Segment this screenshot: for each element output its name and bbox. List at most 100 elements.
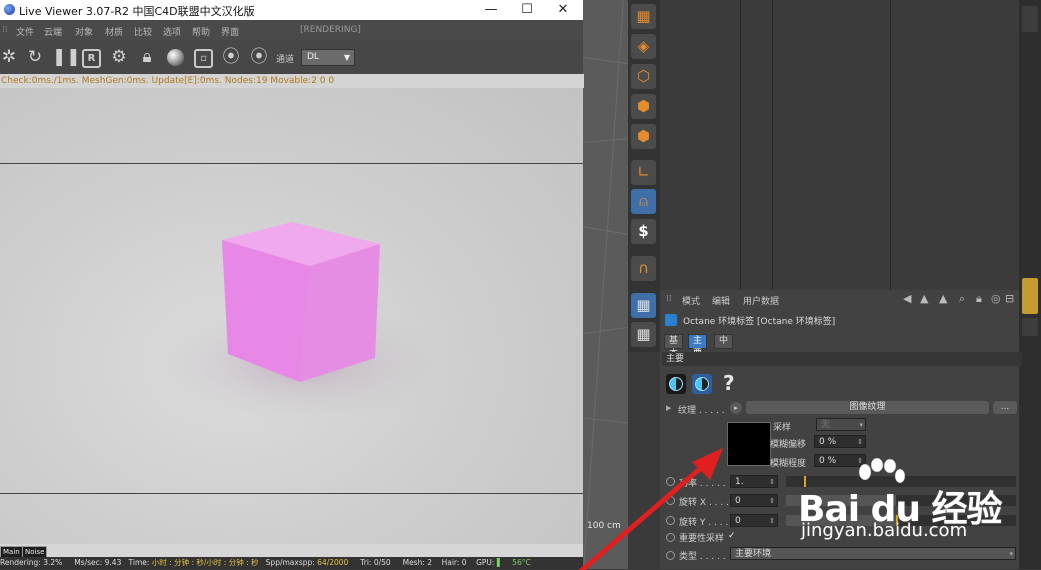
- cube-solid-icon[interactable]: ⬢: [631, 124, 656, 149]
- tab-main[interactable]: 主要: [688, 334, 708, 359]
- cube-wire-icon[interactable]: ⬡: [631, 64, 656, 89]
- up-arrow-icon[interactable]: ▲: [920, 292, 928, 305]
- red-arrow-annotation: [578, 448, 723, 570]
- expand-icon[interactable]: ⊟: [1005, 292, 1014, 305]
- grip-icon: ⁞⁞: [666, 294, 672, 304]
- lock-icon[interactable]: 🔒︎: [976, 292, 982, 306]
- maximize-icon[interactable]: ☐: [510, 0, 544, 20]
- spp-label: Spp/maxspp:: [265, 558, 315, 567]
- tag-title: Octane 环境标签 [Octane 环境标签]: [683, 317, 836, 327]
- pointer-icon[interactable]: ▲: [939, 292, 947, 305]
- baidu-jingyan-watermark: Bai du 经验 jingyan.baidu.com: [795, 458, 1015, 548]
- chevron-down-icon: ▼: [343, 53, 350, 62]
- side-tab-attributes[interactable]: [1022, 278, 1038, 314]
- lock-icon[interactable]: 🔒︎: [136, 46, 158, 68]
- gpu-temp: 56°C: [512, 558, 531, 567]
- dollar-icon[interactable]: $: [631, 219, 656, 244]
- section-header: 主要: [662, 352, 1022, 366]
- texture-preview-swatch[interactable]: [727, 422, 771, 466]
- cube-icon[interactable]: ⬢: [631, 94, 656, 119]
- menu-file[interactable]: 文件: [16, 25, 34, 38]
- blur-offset-label: 模糊偏移: [770, 440, 807, 450]
- time-value: 小时 : 分钟 : 秒/小时 : 分钟 : 秒: [151, 558, 259, 567]
- tab-basic[interactable]: 基本: [664, 334, 684, 359]
- mesh-count: Mesh: 2: [402, 558, 433, 567]
- sphere-icon[interactable]: [164, 46, 186, 68]
- render-view[interactable]: [0, 88, 583, 544]
- live-viewer-titlebar[interactable]: Live Viewer 3.07-R2 中国C4D联盟中文汉化版 — ☐ ✕: [0, 0, 583, 20]
- stats-line: Check:0ms./1ms. MeshGen:0ms. Update[E]:0…: [0, 74, 584, 88]
- pause-icon[interactable]: ❚❚: [52, 46, 81, 68]
- rot-y-field[interactable]: 0 ⇕: [730, 514, 778, 527]
- search-icon[interactable]: ⌕: [959, 292, 965, 306]
- channel-select[interactable]: DL ▼: [301, 49, 355, 66]
- plane-icon[interactable]: ◈: [631, 34, 656, 59]
- time-label: Time:: [128, 558, 150, 567]
- menu-materials[interactable]: 材质: [105, 25, 123, 38]
- object-manager[interactable]: [660, 0, 1019, 290]
- menu-user-data[interactable]: 用户数据: [743, 294, 779, 307]
- render-progress: Rendering: 3.2%: [0, 558, 63, 567]
- menu-mode[interactable]: 模式: [682, 294, 700, 307]
- tri-count: Tri: 0/50: [360, 558, 391, 567]
- pin-h-icon[interactable]: ⦿: [248, 46, 270, 68]
- pin-icon[interactable]: ⦿: [220, 46, 242, 68]
- side-tab[interactable]: [1022, 318, 1038, 336]
- grip-icon: ⁞⁞: [2, 25, 8, 35]
- help-icon[interactable]: ?: [723, 371, 735, 395]
- back-arrow-icon[interactable]: ◀: [903, 292, 911, 305]
- channel-label: 通道: [276, 55, 295, 65]
- axis-icon[interactable]: ∟: [631, 160, 656, 185]
- spp-value: 64/2000: [317, 558, 349, 567]
- menu-interface[interactable]: 界面: [221, 25, 239, 38]
- live-viewer-menubar: ⁞⁞ 文件 云端 对象 材质 比较 选项 帮助 界面 [RENDERING]: [0, 20, 583, 40]
- menu-edit[interactable]: 编辑: [712, 294, 730, 307]
- texture-button[interactable]: 图像纹理: [746, 401, 989, 414]
- expand-arrow-icon[interactable]: ▶: [666, 404, 671, 412]
- blur-offset-field[interactable]: 0 % ⇕: [814, 435, 866, 448]
- texture-link-icon[interactable]: ▸: [730, 402, 742, 414]
- menu-cloud[interactable]: 云端: [44, 25, 62, 38]
- window-title: Live Viewer 3.07-R2 中国C4D联盟中文汉化版: [19, 5, 255, 18]
- grid-tag-icon[interactable]: ▦: [631, 293, 656, 318]
- r-icon[interactable]: R: [82, 49, 101, 68]
- type-select[interactable]: 主要环境 ▾: [730, 547, 1016, 560]
- settings-icon[interactable]: ✲: [0, 46, 20, 68]
- mouse-icon[interactable]: ⍝: [631, 189, 656, 214]
- side-tab[interactable]: [1022, 6, 1038, 32]
- tab-medium[interactable]: 中: [714, 334, 734, 349]
- menu-help[interactable]: 帮助: [192, 25, 210, 38]
- octane-preset-icon[interactable]: [666, 374, 686, 394]
- rot-x-field[interactable]: 0 ⇕: [730, 494, 778, 507]
- menu-compare[interactable]: 比较: [134, 25, 152, 38]
- texture-label: 纹理 . . . . .: [678, 406, 725, 416]
- minimize-icon[interactable]: —: [474, 0, 508, 20]
- gpu-label: GPU:: [476, 558, 495, 567]
- hair-count: Hair: 0: [441, 558, 467, 567]
- power-field[interactable]: 1. ⇕: [730, 475, 778, 488]
- menu-options[interactable]: 选项: [163, 25, 181, 38]
- sampling-label: 采样: [773, 423, 792, 433]
- texture-more-button[interactable]: ...: [993, 401, 1017, 414]
- tool-palette: ▦ ◈ ⬡ ⬢ ⬢ ∟ ⍝ $ ∩ ▦ ▦: [628, 0, 660, 352]
- ms-per-sec: Ms/sec: 9.43: [74, 558, 122, 567]
- rendering-status: [RENDERING]: [300, 25, 361, 35]
- grid-tag2-icon[interactable]: ▦: [631, 322, 656, 347]
- octane-preset-icon-active[interactable]: [692, 374, 712, 394]
- cube-render: [150, 222, 450, 423]
- close-icon[interactable]: ✕: [546, 0, 580, 20]
- watermark-url: jingyan.baidu.com: [801, 520, 968, 541]
- sampling-select[interactable]: 无 ▾: [816, 418, 866, 431]
- menu-objects[interactable]: 对象: [75, 25, 93, 38]
- checker-cube-icon[interactable]: ▦: [631, 4, 656, 29]
- gear-icon[interactable]: ⚙: [108, 46, 130, 68]
- region-icon[interactable]: ▫: [194, 49, 213, 68]
- gpu-bar-icon: ▌: [496, 558, 503, 567]
- refresh-icon[interactable]: ↻: [24, 46, 46, 68]
- octane-app-icon: [4, 4, 15, 15]
- magnet-icon[interactable]: ∩: [631, 256, 656, 281]
- side-tabs: [1019, 0, 1041, 569]
- target-icon[interactable]: ◎: [991, 292, 1001, 305]
- attribute-menu: ⁞⁞ 模式 编辑 用户数据 ◀ ▲ ▲ ⌕ 🔒︎ ◎ ⊟: [660, 292, 1019, 308]
- render-statusbar: Rendering: 3.2% Ms/sec: 9.43 Time: 小时 : …: [0, 557, 583, 569]
